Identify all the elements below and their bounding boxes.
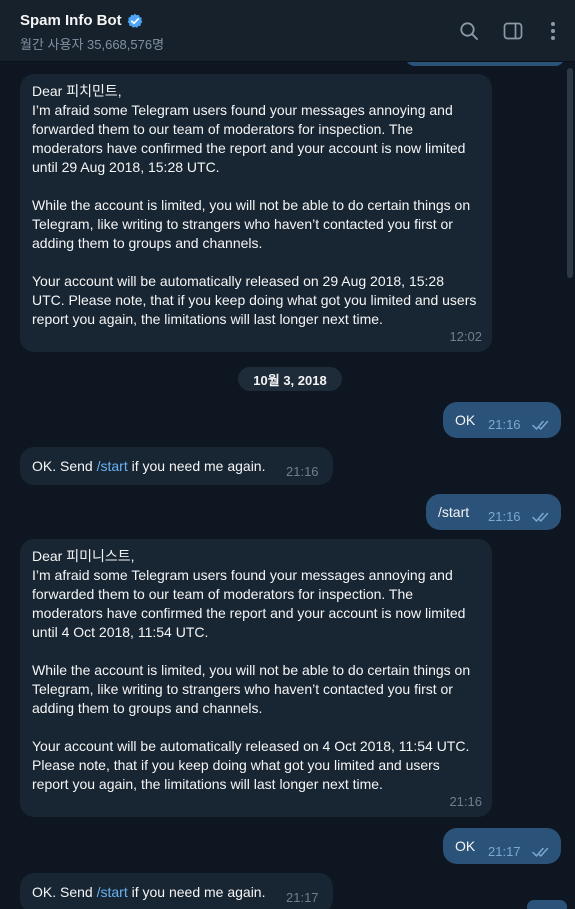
message-paragraph: While the account is limited, you will n…: [32, 197, 471, 251]
message-incoming-limitation-1[interactable]: Dear 피치민트, I’m afraid some Telegram user…: [20, 74, 492, 352]
message-time: 12:02: [449, 329, 482, 344]
message-text: if you need me again.: [127, 884, 266, 900]
message-time: 21:17: [286, 890, 319, 905]
search-icon[interactable]: [458, 20, 480, 42]
message-outgoing-ok-1[interactable]: OK 21:16: [443, 402, 561, 438]
message-paragraph: I’m afraid some Telegram users found you…: [32, 102, 466, 175]
message-text: OK. Send: [32, 458, 97, 474]
message-incoming-send-start-1[interactable]: OK. Send /start if you need me again. 21…: [20, 447, 333, 485]
chat-header[interactable]: Spam Info Bot 월간 사용자 35,668,576명: [0, 0, 575, 62]
message-paragraph: While the account is limited, you will n…: [32, 662, 471, 716]
message-greeting: Dear 피미니스트,: [32, 548, 135, 564]
message-greeting: Dear 피치민트,: [32, 83, 122, 99]
next-outgoing-bubble: [527, 900, 567, 909]
message-outgoing-start[interactable]: /start 21:16: [426, 494, 561, 530]
message-incoming-send-start-2[interactable]: OK. Send /start if you need me again. 21…: [20, 873, 333, 909]
message-paragraph: Your account will be automatically relea…: [32, 273, 477, 327]
chat-scrollbar[interactable]: [567, 68, 573, 278]
bot-command-link[interactable]: /start: [97, 884, 128, 900]
double-check-icon: [532, 509, 552, 522]
more-vertical-icon[interactable]: [542, 20, 564, 42]
message-text: OK. Send: [32, 884, 97, 900]
message-time: 21:16: [488, 509, 521, 524]
bot-command-link[interactable]: /start: [97, 458, 128, 474]
message-text: /start: [438, 504, 470, 520]
date-separator: 10월 3, 2018: [238, 367, 342, 391]
message-incoming-limitation-2[interactable]: Dear 피미니스트, I’m afraid some Telegram use…: [20, 539, 492, 817]
member-count: 월간 사용자 35,668,576명: [20, 37, 165, 52]
message-outgoing-ok-2[interactable]: OK 21:17: [443, 828, 561, 864]
message-time: 21:16: [449, 794, 482, 809]
message-time: 21:16: [286, 464, 319, 479]
message-time: 21:16: [488, 417, 521, 432]
chat-window: Spam Info Bot 월간 사용자 35,668,576명 Dear 피치…: [0, 0, 575, 909]
double-check-icon: [532, 417, 552, 430]
message-text: OK: [455, 412, 476, 428]
title-row: Spam Info Bot: [20, 12, 143, 29]
message-time: 21:17: [488, 844, 521, 859]
message-text: OK: [455, 838, 476, 854]
verified-badge-icon: [127, 13, 143, 29]
chat-title[interactable]: Spam Info Bot: [20, 12, 122, 29]
double-check-icon: [532, 844, 552, 857]
message-paragraph: Your account will be automatically relea…: [32, 738, 470, 792]
message-text: if you need me again.: [127, 458, 266, 474]
message-paragraph: I’m afraid some Telegram users found you…: [32, 567, 466, 640]
sidebar-toggle-icon[interactable]: [502, 20, 524, 42]
